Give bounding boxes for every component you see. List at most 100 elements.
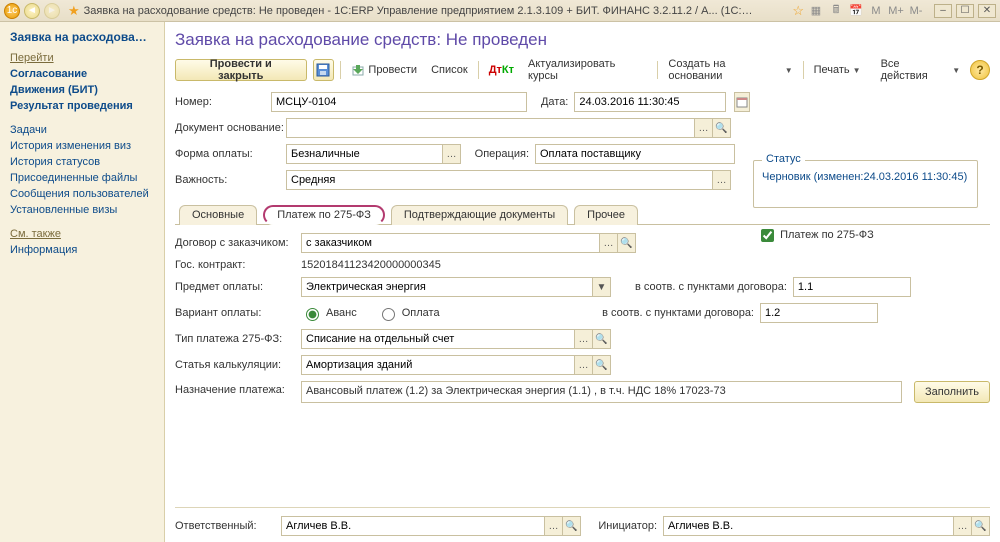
- date-input[interactable]: [575, 93, 725, 111]
- initiator-open-button[interactable]: 🔍: [971, 517, 989, 535]
- chk-275fz-box[interactable]: [761, 229, 774, 242]
- basis-select-button[interactable]: …: [694, 119, 712, 137]
- radio-pay-input[interactable]: [382, 308, 395, 321]
- star2-icon[interactable]: ☆: [792, 3, 804, 19]
- initiator-select-button[interactable]: …: [953, 517, 971, 535]
- sidebar-link-info[interactable]: Информация: [6, 242, 164, 258]
- sidebar-link-files[interactable]: Присоединенные файлы: [6, 170, 164, 186]
- sidebar-link-result[interactable]: Результат проведения: [6, 98, 164, 114]
- article-open-button[interactable]: 🔍: [592, 356, 610, 374]
- app-menu-icon[interactable]: 1c: [4, 3, 20, 19]
- label-date: Дата:: [533, 96, 569, 108]
- contract-client-input[interactable]: [302, 234, 599, 252]
- minimize-button[interactable]: –: [934, 4, 952, 18]
- calendar-icon[interactable]: 📅: [848, 3, 864, 19]
- paytype-input[interactable]: [302, 330, 574, 348]
- responsible-input[interactable]: [282, 517, 544, 535]
- tab-other[interactable]: Прочее: [574, 205, 638, 225]
- subject-dropdown-button[interactable]: ▼: [592, 278, 610, 296]
- save-button[interactable]: [313, 59, 335, 81]
- contract-client-open-button[interactable]: 🔍: [617, 234, 635, 252]
- sidebar-link-visas[interactable]: Установленные визы: [6, 202, 164, 218]
- status-legend: Статус: [762, 153, 805, 165]
- payform-select-button[interactable]: …: [442, 145, 460, 163]
- basis-input[interactable]: [287, 119, 694, 137]
- subject-field[interactable]: ▼: [301, 277, 611, 297]
- payform-input[interactable]: [287, 145, 442, 163]
- operation-input[interactable]: [536, 145, 734, 163]
- importance-field[interactable]: …: [286, 170, 731, 190]
- article-input[interactable]: [302, 356, 574, 374]
- page-title: Заявка на расходование средств: Не прове…: [175, 28, 990, 56]
- mem-m[interactable]: M: [868, 3, 884, 19]
- status-link[interactable]: Черновик (изменен:24.03.2016 11:30:45): [762, 171, 967, 183]
- responsible-select-button[interactable]: …: [544, 517, 562, 535]
- help-button[interactable]: ?: [970, 60, 990, 80]
- basis-open-button[interactable]: 🔍: [712, 119, 730, 137]
- update-rates-button[interactable]: ДтКт: [485, 62, 518, 78]
- radio-pay[interactable]: Оплата: [377, 305, 440, 321]
- date-field[interactable]: [574, 92, 726, 112]
- mem-mplus[interactable]: M+: [888, 3, 904, 19]
- post-and-close-button[interactable]: Провести и закрыть: [175, 59, 307, 81]
- mem-mminus[interactable]: M-: [908, 3, 924, 19]
- sidebar-link-status-history[interactable]: История статусов: [6, 154, 164, 170]
- sidebar-link-tasks[interactable]: Задачи: [6, 122, 164, 138]
- contract-client-field[interactable]: … 🔍: [301, 233, 636, 253]
- responsible-open-button[interactable]: 🔍: [562, 517, 580, 535]
- operation-field[interactable]: [535, 144, 735, 164]
- date-picker-button[interactable]: [734, 92, 750, 112]
- separator: [803, 61, 804, 79]
- favorite-icon[interactable]: ★: [68, 3, 80, 19]
- sidebar-section-seealso: См. также: [6, 226, 164, 242]
- initiator-field[interactable]: … 🔍: [663, 516, 990, 536]
- all-actions-button[interactable]: Все действия▼: [877, 56, 965, 84]
- article-select-button[interactable]: …: [574, 356, 592, 374]
- label-payform: Форма оплаты:: [175, 148, 280, 160]
- label-article: Статья калькуляции:: [175, 359, 295, 371]
- contract-client-select-button[interactable]: …: [599, 234, 617, 252]
- importance-select-button[interactable]: …: [712, 171, 730, 189]
- print-button[interactable]: Печать▼: [810, 62, 865, 78]
- sidebar-link-visa-history[interactable]: История изменения виз: [6, 138, 164, 154]
- radio-advance-input[interactable]: [306, 308, 319, 321]
- nav-fwd-icon[interactable]: ►: [44, 3, 60, 19]
- points1-input[interactable]: [794, 278, 944, 296]
- responsible-field[interactable]: … 🔍: [281, 516, 581, 536]
- tab-main[interactable]: Основные: [179, 205, 257, 225]
- number-field[interactable]: [271, 92, 527, 112]
- fill-button[interactable]: Заполнить: [914, 381, 990, 403]
- importance-input[interactable]: [287, 171, 712, 189]
- sidebar-link-messages[interactable]: Сообщения пользователей: [6, 186, 164, 202]
- points2-field[interactable]: [760, 303, 878, 323]
- tab-docs[interactable]: Подтверждающие документы: [391, 205, 568, 225]
- purpose-field[interactable]: Авансовый платеж (1.2) за Электрическая …: [301, 381, 902, 403]
- points1-field[interactable]: [793, 277, 911, 297]
- nav-back-icon[interactable]: ◄: [24, 3, 40, 19]
- sidebar-link-approval[interactable]: Согласование: [6, 66, 164, 82]
- initiator-input[interactable]: [664, 517, 953, 535]
- grid-icon[interactable]: ▦: [808, 3, 824, 19]
- paytype-open-button[interactable]: 🔍: [592, 330, 610, 348]
- points2-input[interactable]: [761, 304, 911, 322]
- article-field[interactable]: … 🔍: [301, 355, 611, 375]
- payform-field[interactable]: …: [286, 144, 461, 164]
- update-rates-text[interactable]: Актуализировать курсы: [524, 56, 651, 84]
- radio-advance[interactable]: Аванс: [301, 305, 357, 321]
- close-button[interactable]: ✕: [978, 4, 996, 18]
- purpose-text[interactable]: Авансовый платеж (1.2) за Электрическая …: [306, 385, 726, 397]
- paytype-field[interactable]: … 🔍: [301, 329, 611, 349]
- label-points1: в соотв. с пунктами договора:: [635, 281, 787, 293]
- post-button[interactable]: Провести: [347, 61, 421, 79]
- subject-input[interactable]: [302, 278, 592, 296]
- basis-field[interactable]: … 🔍: [286, 118, 731, 138]
- sidebar-link-movements[interactable]: Движения (БИТ): [6, 82, 164, 98]
- tab-275fz[interactable]: Платеж по 275-ФЗ: [263, 205, 385, 225]
- maximize-button[interactable]: ☐: [956, 4, 974, 18]
- calc-icon[interactable]: 🖩: [828, 3, 844, 19]
- paytype-select-button[interactable]: …: [574, 330, 592, 348]
- number-input[interactable]: [272, 93, 526, 111]
- create-based-on-button[interactable]: Создать на основании▼: [664, 56, 796, 84]
- chk-275fz[interactable]: Платеж по 275-ФЗ: [757, 229, 874, 241]
- list-button[interactable]: Список: [427, 62, 472, 78]
